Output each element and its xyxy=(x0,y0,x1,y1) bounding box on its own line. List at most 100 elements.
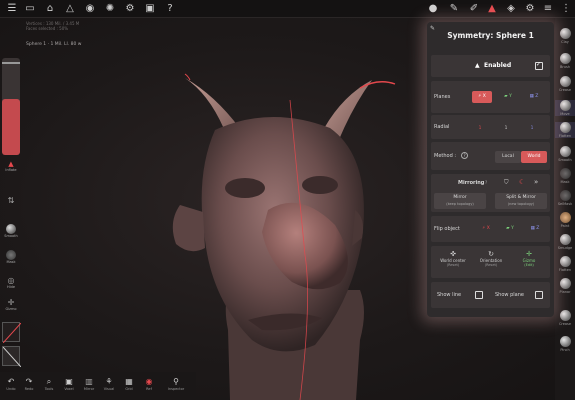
hide-tool[interactable]: ◎ Hide xyxy=(2,276,20,289)
files-icon[interactable]: ▭ xyxy=(24,3,36,15)
world-center-button[interactable]: ✜ World center (Reset) xyxy=(435,250,471,267)
mirror-button-sub: (keep topology) xyxy=(446,202,474,206)
visual-button[interactable]: ⚘ Visual xyxy=(100,376,118,391)
orientation-icon: ↻ xyxy=(488,250,494,258)
tool-flatten-2[interactable]: Flatten xyxy=(555,256,575,272)
tool-mask[interactable]: Mask xyxy=(555,168,575,184)
cog-icon[interactable]: ⚙ xyxy=(524,3,536,15)
tools-button[interactable]: ⌕ Tools xyxy=(40,376,58,391)
show-row: Show line Show plane xyxy=(431,282,550,308)
gear-icon[interactable]: ⚙ xyxy=(124,3,136,15)
mirror-button[interactable]: Mirror (keep topology) xyxy=(434,193,486,209)
tool-planar[interactable]: Planar xyxy=(555,278,575,294)
gizmo-edit-icon: ✛ xyxy=(526,250,532,258)
redo-button[interactable]: ↷ Redo xyxy=(20,376,38,391)
mirroring-section: Mirroring ? ⛉ ☾ » Mirror (keep topology)… xyxy=(431,174,550,212)
app-window: ☰ ▭ ⌂ △ ◉ ✺ ⚙ ▣ ? ● ✎ ✐ ▲ ◈ ⚙ ≡ ⋮ Vertic… xyxy=(0,0,575,400)
more-icon[interactable]: ⋮ xyxy=(560,3,572,15)
image-icon[interactable]: ▣ xyxy=(144,3,156,15)
flip-z-label: Z xyxy=(536,226,540,231)
primary-color-swatch[interactable] xyxy=(2,322,22,344)
radial-z-value[interactable]: 1 xyxy=(527,125,537,130)
method-world-label: World xyxy=(527,154,541,159)
gizmo-tool[interactable]: ✛ Gizmo xyxy=(2,298,20,311)
layers-icon[interactable]: ◈ xyxy=(505,3,517,15)
tool-selmask[interactable]: SelMask xyxy=(555,190,575,206)
gizmo-edit-sub: (Edit) xyxy=(524,263,534,267)
plane-x-toggle[interactable]: ⚡ X xyxy=(472,91,492,103)
symmetry-icon[interactable]: ▲ xyxy=(486,3,498,15)
plane-z-label: Z xyxy=(535,94,539,99)
left-toolbar: ▲ Inflate ⇅ Smooth Mask ◎ Hide ✛ Gizmo xyxy=(0,36,22,376)
help-icon[interactable]: ? xyxy=(164,3,176,15)
split-mirror-button[interactable]: Split & Mirror (new topology) xyxy=(495,193,547,209)
material-ball-icon[interactable]: ● xyxy=(427,3,439,15)
tool-crease[interactable]: Crease xyxy=(555,76,575,92)
shield-icon[interactable]: ⛉ xyxy=(504,179,509,187)
method-local-button[interactable]: Local xyxy=(495,151,521,163)
pen-icon[interactable]: ✐ xyxy=(468,3,480,15)
radial-x-value[interactable]: 1 xyxy=(475,125,485,130)
tool-flatten[interactable]: Flatten xyxy=(555,122,575,138)
flip-y-label: Y xyxy=(511,226,514,231)
orientation-sub: (Reset) xyxy=(484,263,498,267)
settings-icon[interactable]: ✺ xyxy=(104,3,116,15)
mirroring-help-icon[interactable]: ? xyxy=(485,180,487,185)
brush-icon[interactable]: ✎ xyxy=(448,3,460,15)
mask-tool[interactable]: Mask xyxy=(2,250,20,264)
flip-z-button[interactable]: ▦ Z xyxy=(524,223,546,235)
topology-icon[interactable]: △ xyxy=(64,3,76,15)
show-line-checkbox[interactable] xyxy=(475,291,483,299)
intensity-slider[interactable] xyxy=(2,99,20,155)
moon-icon[interactable]: ☾ xyxy=(519,178,525,186)
tool-smooth[interactable]: Smooth xyxy=(555,146,575,162)
enabled-checkbox[interactable]: ✓ xyxy=(535,61,543,70)
plane-x-label: X xyxy=(482,94,486,99)
grid-button[interactable]: ▦ Grid xyxy=(120,376,138,391)
scene-icon[interactable]: ⌂ xyxy=(44,3,56,15)
gizmo-edit-button[interactable]: ✛ Gizmo (Edit) xyxy=(511,250,547,267)
planes-row: Planes ⚡ X ▰ Y ▦ Z xyxy=(431,81,550,113)
undo-button[interactable]: ↶ Undo xyxy=(2,376,20,391)
method-local-label: Local xyxy=(502,154,514,159)
flip-y-button[interactable]: ▰ Y xyxy=(499,223,521,235)
tool-move[interactable]: Move xyxy=(555,100,575,116)
gizmo-label: Gizmo xyxy=(5,307,17,311)
mirroring-label: Mirroring xyxy=(458,180,485,186)
world-center-icon: ✜ xyxy=(450,250,456,258)
symmetry-warning-icon: ▲ xyxy=(475,62,480,69)
reset-row: ✜ World center (Reset) ↻ Orientation (Re… xyxy=(431,246,550,278)
menu-icon[interactable]: ☰ xyxy=(6,3,18,15)
method-world-button[interactable]: World xyxy=(521,151,547,163)
tool-brush[interactable]: Brush xyxy=(555,53,575,69)
radial-y-value[interactable]: 1 xyxy=(501,125,511,130)
flip-x-button[interactable]: ⚡ X xyxy=(475,223,497,235)
method-row: Method : ? Local World xyxy=(431,142,550,170)
scene-item[interactable]: Sphere 1 · 1 Mil. Ll. 80 w xyxy=(26,42,81,47)
plane-y-toggle[interactable]: ▰ Y xyxy=(498,91,518,103)
orientation-button[interactable]: ↻ Orientation (Reset) xyxy=(473,250,509,267)
planes-label: Planes xyxy=(434,94,451,100)
smooth-tool[interactable]: Smooth xyxy=(2,224,20,238)
voxel-button[interactable]: ▣ Voxel xyxy=(60,376,78,391)
material-icon[interactable]: ◉ xyxy=(84,3,96,15)
method-help-icon[interactable]: ? xyxy=(461,152,468,159)
inspector-button[interactable]: ⚲ Inspector xyxy=(162,376,190,391)
tool-pinch[interactable]: Pinch xyxy=(555,336,575,352)
tool-smudge[interactable]: Smudge xyxy=(555,234,575,250)
radial-label: Radial xyxy=(434,124,450,130)
mask-icon xyxy=(6,250,16,260)
plane-z-toggle[interactable]: ▦ Z xyxy=(524,91,544,103)
tool-crease-2[interactable]: Crease xyxy=(555,310,575,326)
show-plane-checkbox[interactable] xyxy=(535,291,543,299)
stroke-icon[interactable]: ⇅ xyxy=(2,196,20,205)
ref-button[interactable]: ◉ Ref xyxy=(140,376,158,391)
tool-clay[interactable]: Clay xyxy=(555,28,575,44)
chevron-right-icon[interactable]: » xyxy=(534,178,538,186)
tool-paint[interactable]: Paint xyxy=(555,212,575,228)
stats-line-2: Faces selected : 50% xyxy=(26,26,69,31)
secondary-color-swatch[interactable] xyxy=(2,346,22,368)
inflate-tool[interactable]: ▲ Inflate xyxy=(2,160,20,172)
mirror-bottom-button[interactable]: ▥ Mirror xyxy=(80,376,98,391)
list-icon[interactable]: ≡ xyxy=(542,3,554,15)
